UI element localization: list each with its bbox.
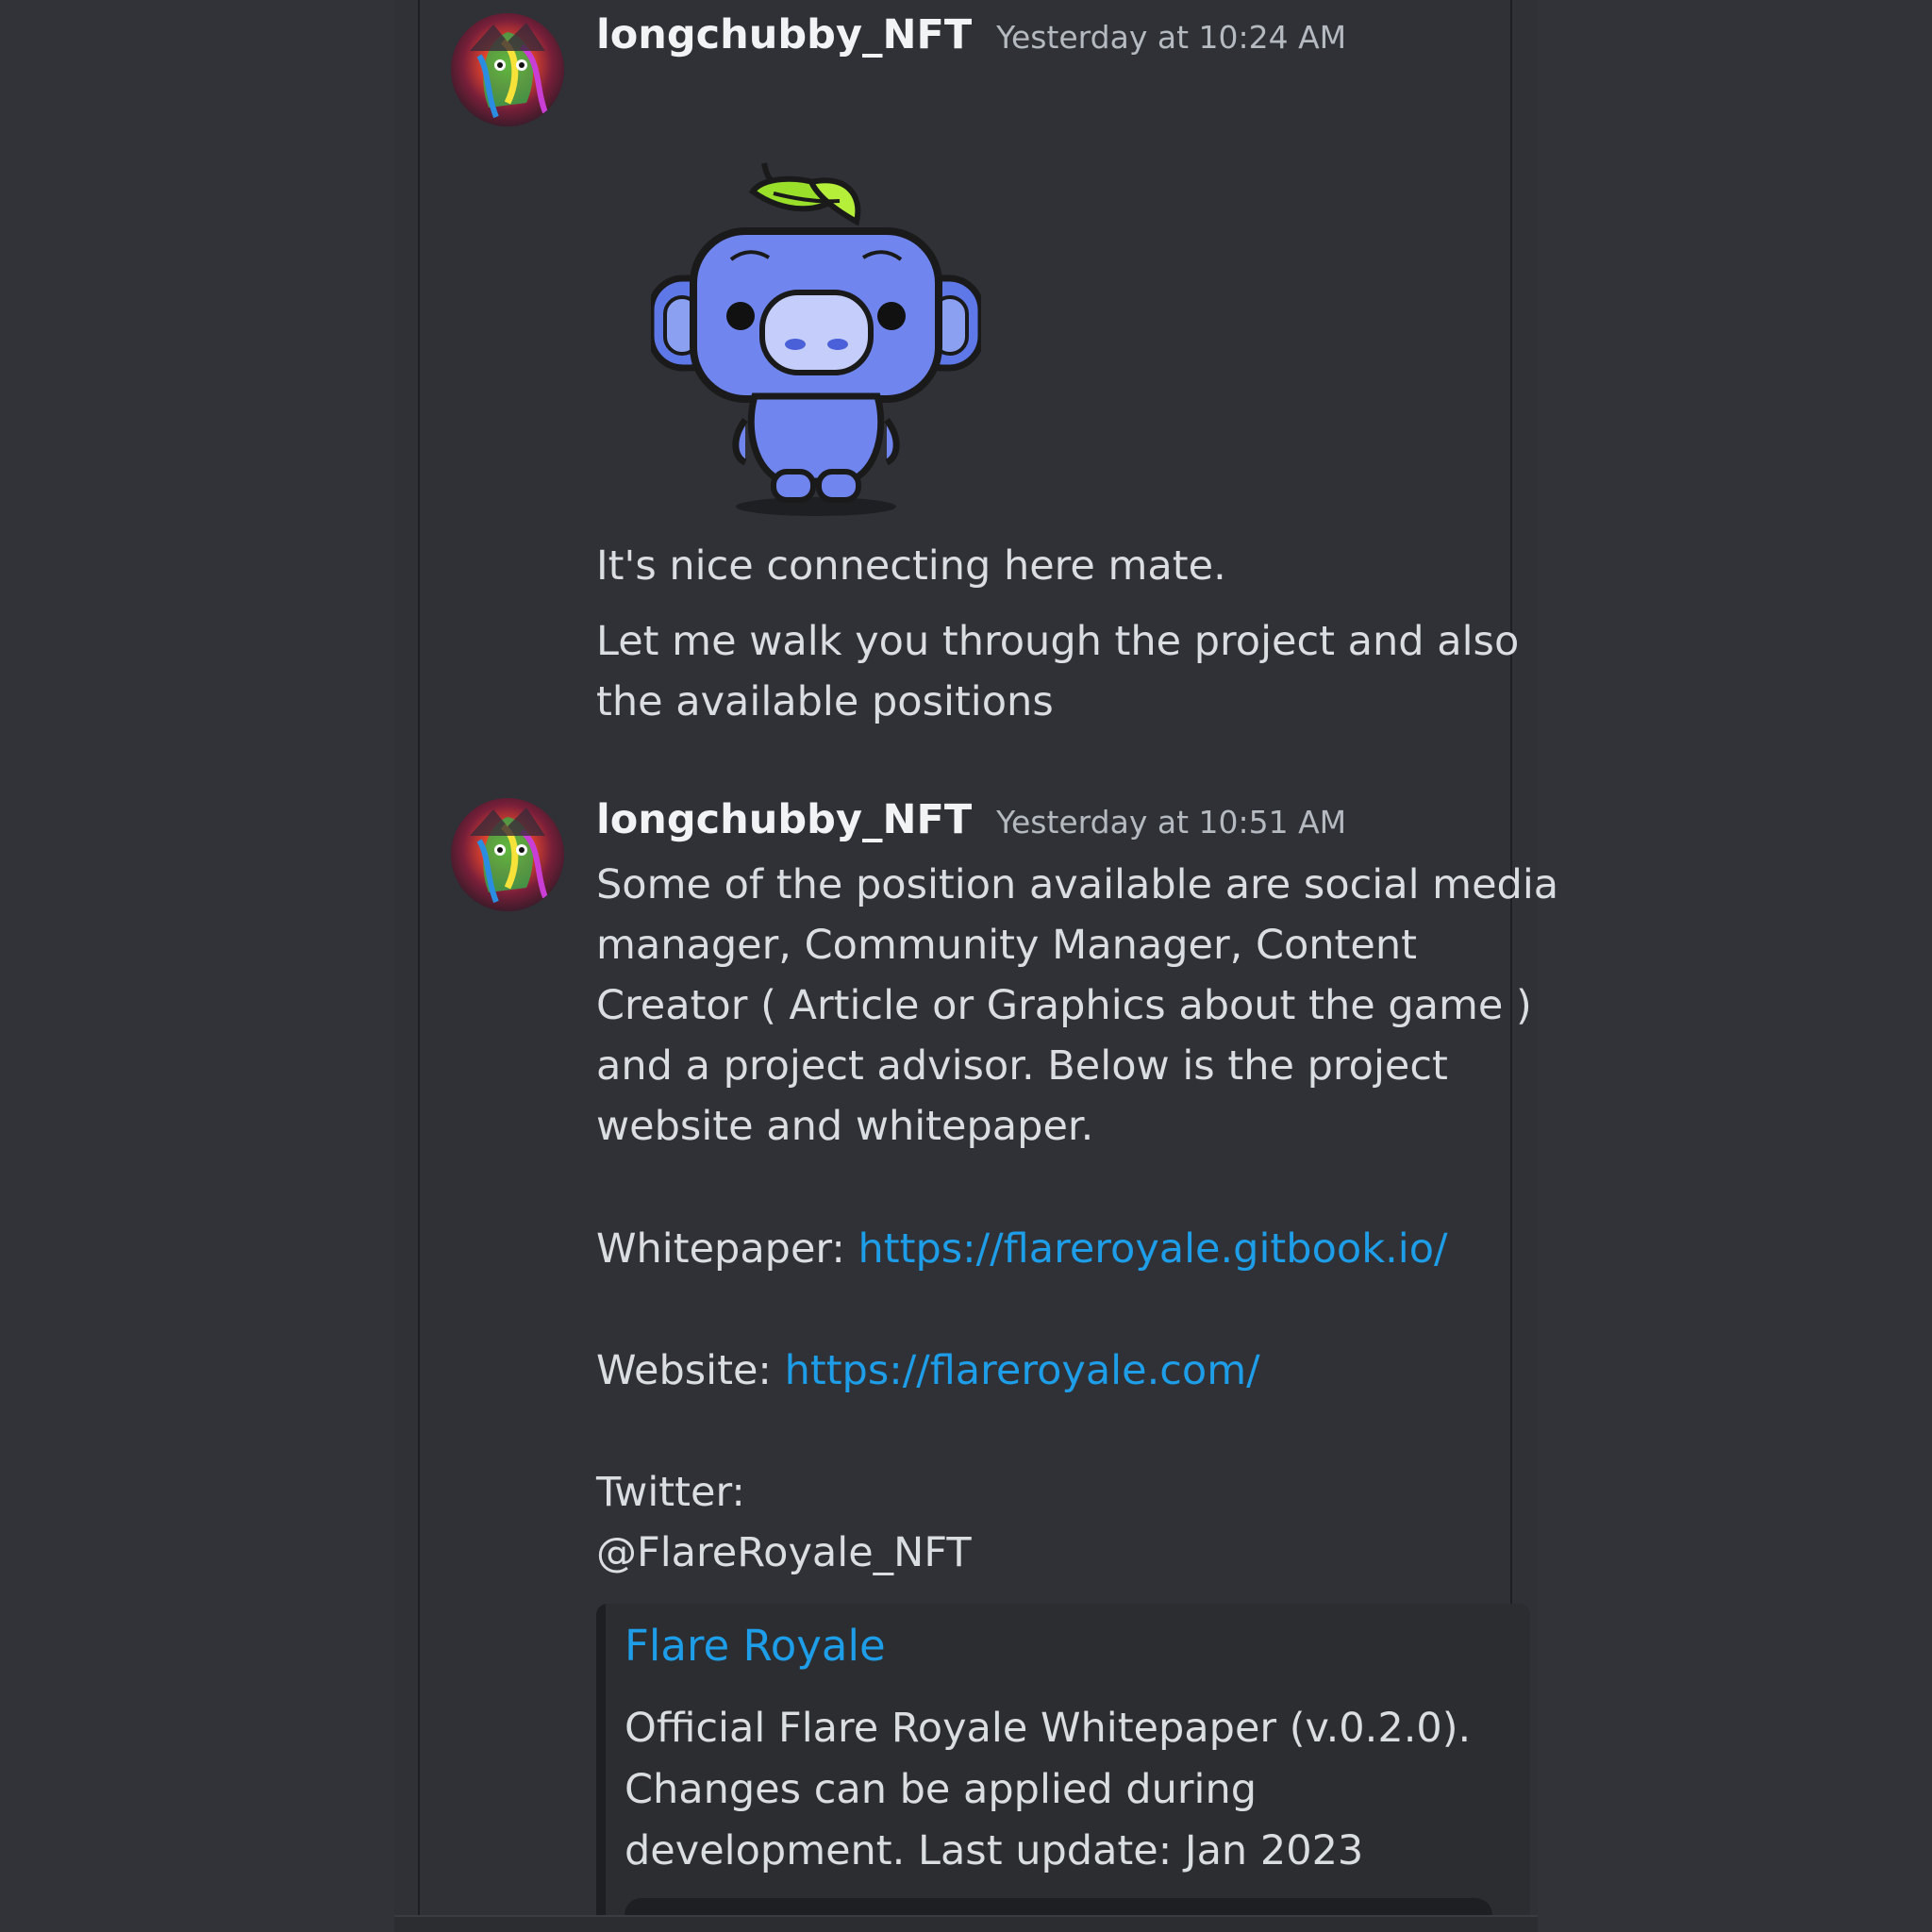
website-label: Website: xyxy=(596,1347,772,1394)
website-line: Website: https://flareroyale.com/ xyxy=(596,1341,1260,1401)
link-embed[interactable]: Flare Royale Official Flare Royale White… xyxy=(596,1604,1530,1932)
screenshot-page: longchubby_NFT Yesterday at 10:24 AM It'… xyxy=(0,0,1932,1932)
message-header: longchubby_NFT Yesterday at 10:24 AM xyxy=(596,11,1346,58)
twitter-label: Twitter: xyxy=(596,1469,745,1516)
website-link[interactable]: https://flareroyale.com/ xyxy=(785,1347,1260,1394)
whitepaper-link[interactable]: https://flareroyale.gitbook.io/ xyxy=(858,1225,1448,1273)
message-line: and a project advisor. Below is the proj… xyxy=(596,1042,1448,1090)
embed-description-line: development. Last update: Jan 2023 xyxy=(625,1827,1364,1874)
chat-panel-left-border xyxy=(418,0,420,1915)
left-background xyxy=(0,0,394,1932)
embed-description-line: Changes can be applied during xyxy=(625,1766,1257,1813)
message-line: Creator ( Article or Graphics about the … xyxy=(596,982,1532,1029)
whitepaper-label: Whitepaper: xyxy=(596,1225,845,1273)
message-line: manager, Community Manager, Content xyxy=(596,922,1417,969)
bottom-edge xyxy=(394,1915,1538,1932)
message-line: It's nice connecting here mate. xyxy=(596,542,1226,590)
message-line: Let me walk you through the project and … xyxy=(596,618,1520,665)
whitepaper-line: Whitepaper: https://flareroyale.gitbook.… xyxy=(596,1219,1448,1279)
wumpus-leaf-sticker-icon xyxy=(647,162,985,516)
message-line: Some of the position available are socia… xyxy=(596,861,1559,908)
username[interactable]: longchubby_NFT xyxy=(596,11,972,58)
embed-description: Official Flare Royale Whitepaper (v.0.2.… xyxy=(625,1698,1471,1882)
username[interactable]: longchubby_NFT xyxy=(596,796,972,843)
timestamp: Yesterday at 10:51 AM xyxy=(996,804,1347,841)
message-line: website and whitepaper. xyxy=(596,1103,1094,1150)
embed-accent-bar xyxy=(596,1604,606,1932)
colorful-nft-avatar-icon xyxy=(451,13,564,126)
embed-title-link[interactable]: Flare Royale xyxy=(625,1621,886,1671)
right-background xyxy=(1538,0,1932,1932)
message-line: the available positions xyxy=(596,678,1054,725)
user-avatar[interactable] xyxy=(451,13,564,126)
twitter-handle: @FlareRoyale_NFT xyxy=(596,1529,972,1576)
message-header: longchubby_NFT Yesterday at 10:51 AM xyxy=(596,796,1346,843)
user-avatar[interactable] xyxy=(451,798,564,911)
wumpus-sticker[interactable] xyxy=(647,156,985,524)
timestamp: Yesterday at 10:24 AM xyxy=(996,19,1347,56)
colorful-nft-avatar-icon xyxy=(451,798,564,911)
embed-description-line: Official Flare Royale Whitepaper (v.0.2.… xyxy=(625,1705,1472,1752)
